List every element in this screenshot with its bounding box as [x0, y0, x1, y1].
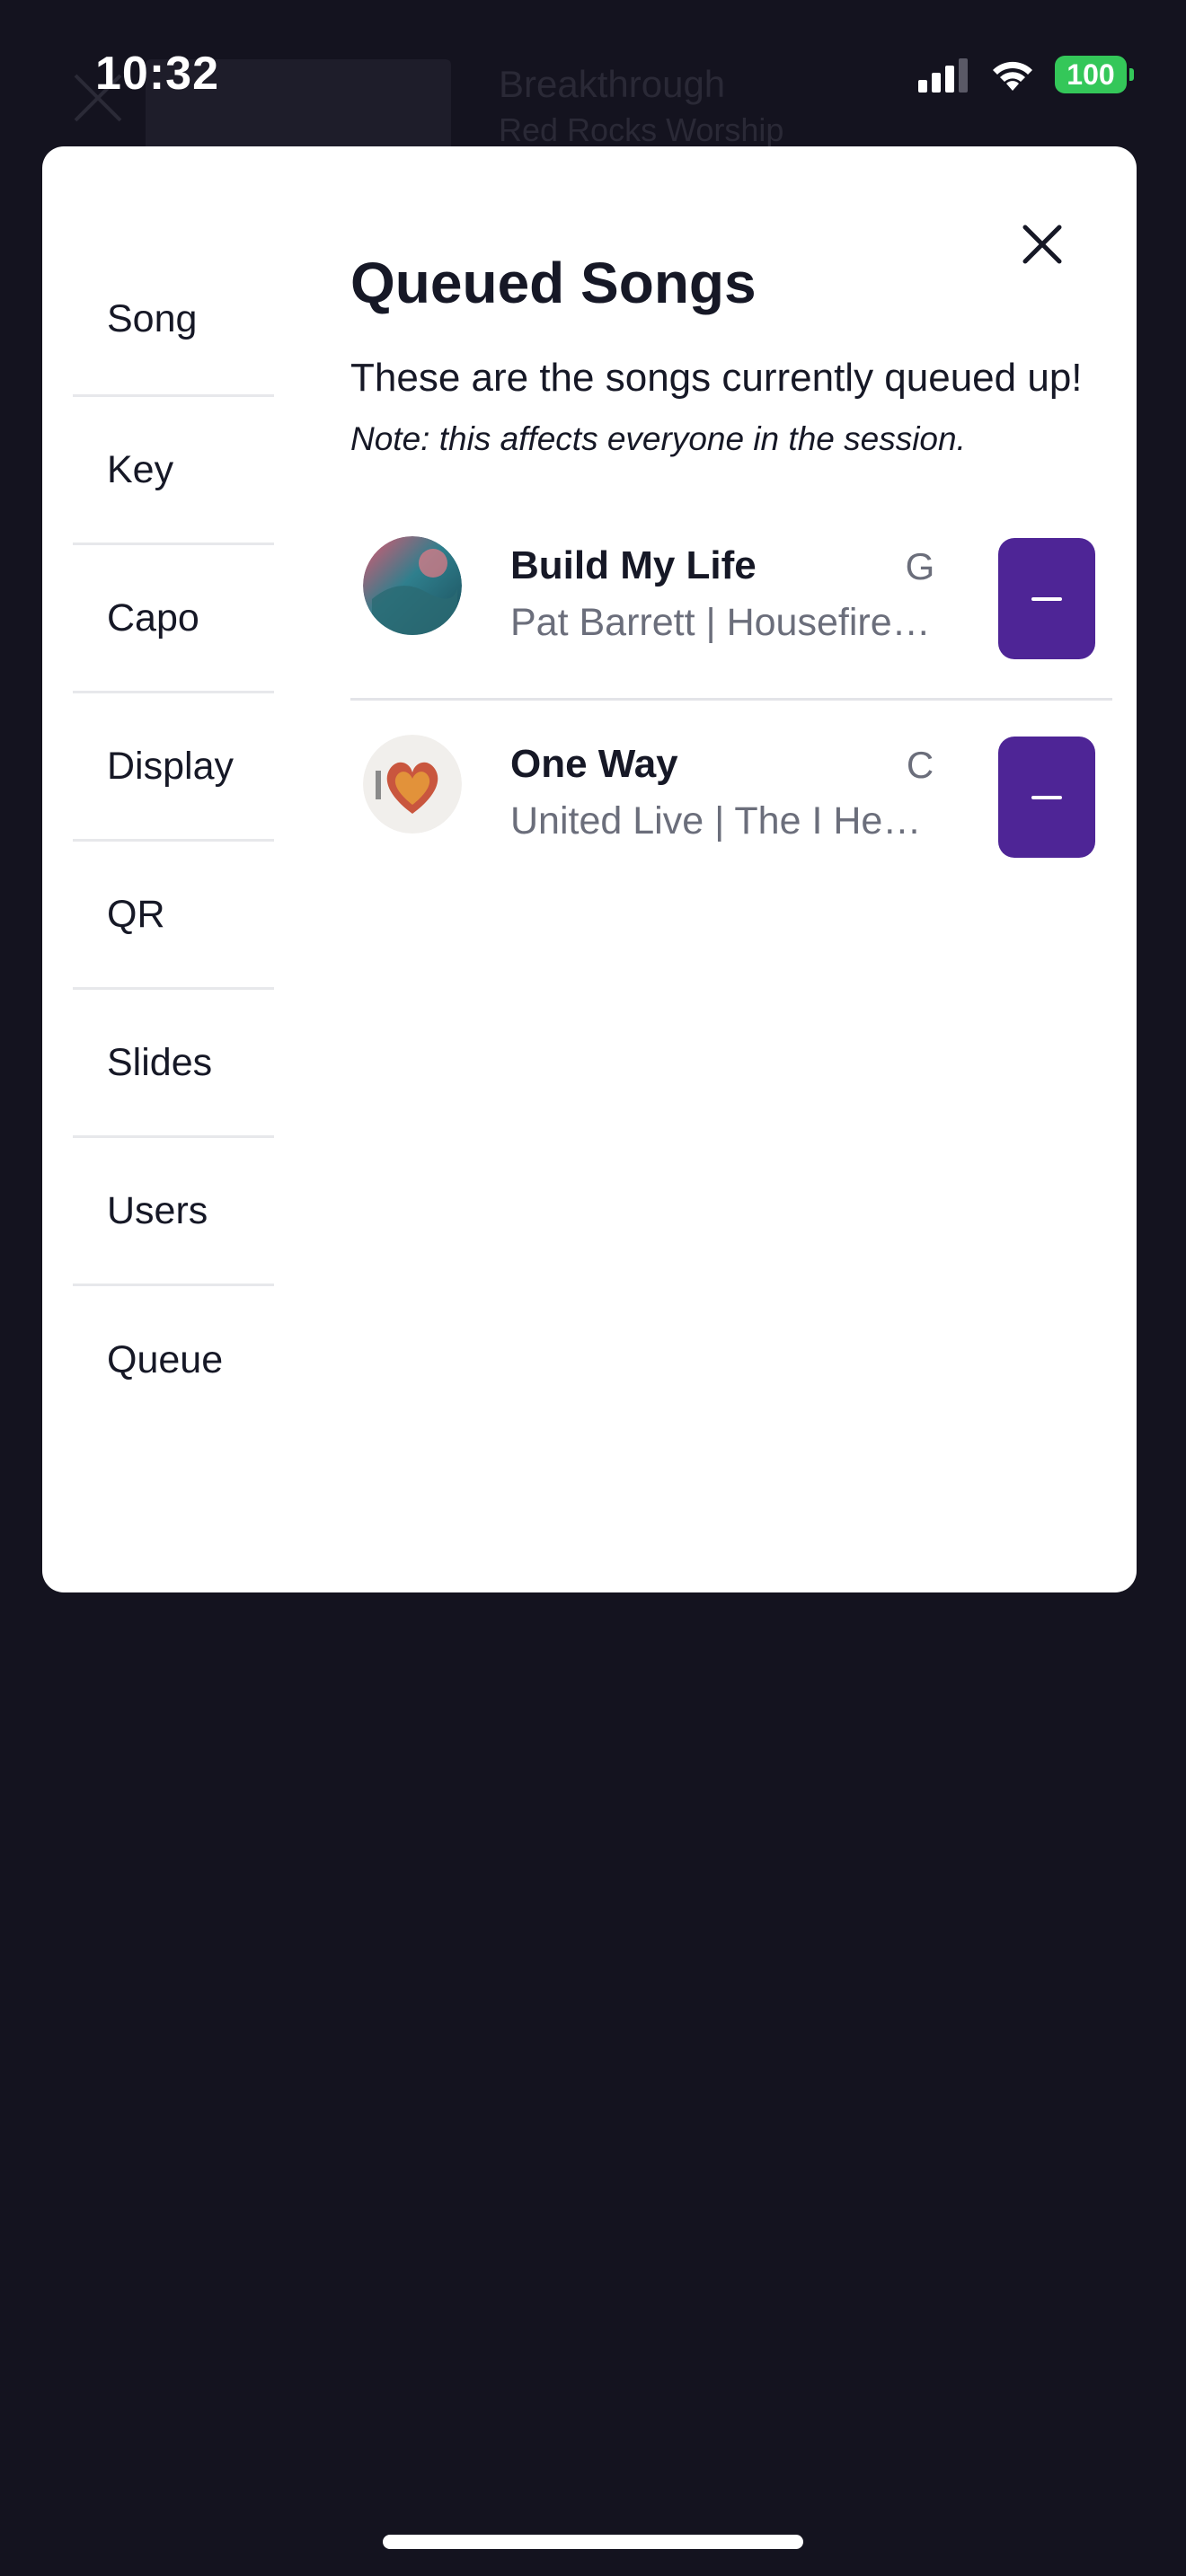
settings-sidebar: Song Key Capo Display QR Slides Users Qu… — [73, 244, 274, 1434]
sidebar-item-label: Slides — [107, 1040, 213, 1084]
page-title: Queued Songs — [350, 251, 757, 315]
sidebar-item-label: Key — [107, 447, 174, 491]
album-art — [363, 536, 462, 635]
sidebar-item-label: Song — [107, 297, 198, 340]
status-time: 10:32 — [95, 48, 219, 100]
sidebar-item-label: Queue — [107, 1338, 224, 1381]
song-artist: Pat Barrett | Housefire… — [510, 601, 931, 644]
remove-song-button[interactable] — [998, 538, 1095, 659]
remove-song-button[interactable] — [998, 737, 1095, 858]
home-indicator[interactable] — [383, 2535, 803, 2549]
page-subtitle: These are the songs currently queued up! — [350, 356, 1083, 400]
sidebar-item-qr[interactable]: QR — [73, 842, 274, 990]
sidebar-item-key[interactable]: Key — [73, 397, 274, 545]
status-icons: 100 — [916, 56, 1134, 93]
sidebar-item-label: Users — [107, 1188, 208, 1232]
background-song-title: Breakthrough — [499, 63, 726, 105]
close-icon — [1022, 225, 1062, 264]
queue-row: One Way C United Live | The I He… — [350, 699, 1112, 896]
album-art — [363, 735, 462, 834]
song-key: G — [905, 545, 935, 587]
sidebar-item-queue[interactable]: Queue — [73, 1286, 274, 1434]
sidebar-item-display[interactable]: Display — [73, 693, 274, 842]
wifi-icon — [993, 61, 1032, 91]
minus-icon — [1031, 795, 1062, 799]
sidebar-item-label: Display — [107, 744, 234, 788]
sidebar-item-label: QR — [107, 892, 165, 936]
song-title: One Way — [510, 742, 678, 786]
close-button[interactable] — [997, 199, 1087, 289]
sidebar-item-capo[interactable]: Capo — [73, 545, 274, 693]
song-title: Build My Life — [510, 543, 757, 587]
sidebar-item-label: Capo — [107, 595, 199, 640]
queue-row: Build My Life G Pat Barrett | Housefire… — [350, 500, 1112, 701]
song-key: C — [906, 744, 934, 786]
sidebar-item-users[interactable]: Users — [73, 1138, 274, 1286]
background-song-artist: Red Rocks Worship — [499, 111, 784, 148]
sidebar-item-slides[interactable]: Slides — [73, 990, 274, 1138]
battery-indicator: 100 — [1055, 56, 1134, 93]
cellular-signal-icon — [918, 58, 968, 93]
session-note: Note: this affects everyone in the sessi… — [350, 420, 966, 457]
minus-icon — [1031, 596, 1062, 601]
song-artist: United Live | The I He… — [510, 799, 922, 842]
sidebar-item-song[interactable]: Song — [73, 244, 274, 397]
